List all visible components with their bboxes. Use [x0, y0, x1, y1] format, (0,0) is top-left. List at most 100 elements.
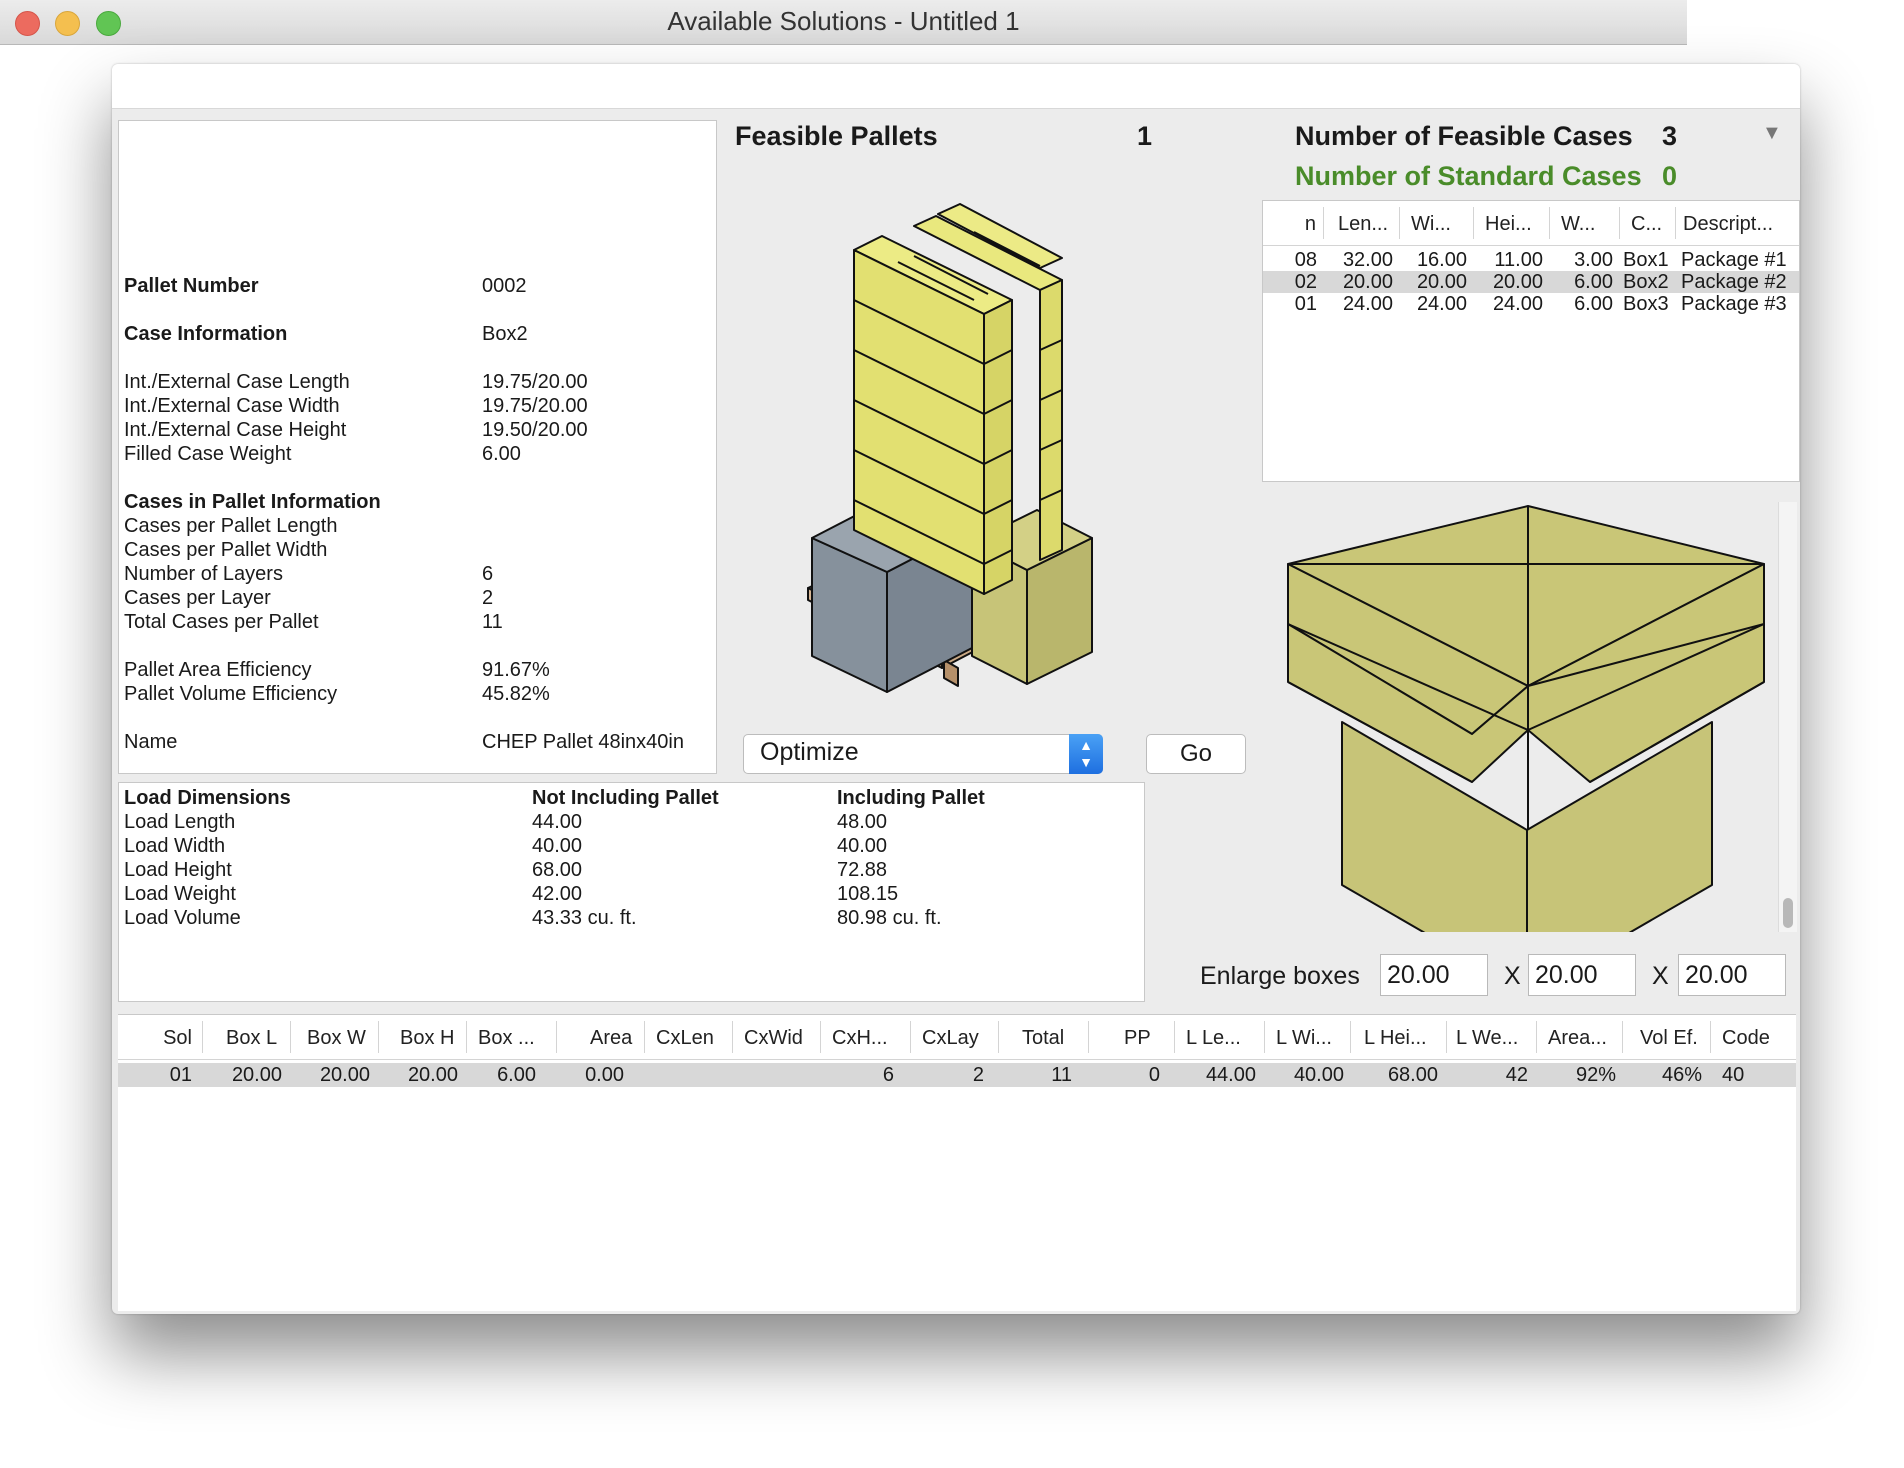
feasible-pallets-label: Feasible Pallets: [735, 121, 938, 151]
cases-col-weight[interactable]: W...: [1561, 213, 1595, 236]
cases-table[interactable]: n Len... Wi... Hei... W... C... Descript…: [1262, 200, 1800, 482]
pallet-number-value: 0002: [482, 275, 527, 297]
cell: 2: [972, 1064, 984, 1086]
feasible-cases-count: 3: [1662, 121, 1678, 151]
sol-col[interactable]: Area: [590, 1027, 632, 1050]
load-col-not-including: Not Including Pallet: [532, 787, 719, 809]
sol-col[interactable]: Vol Ef.: [1640, 1027, 1698, 1050]
pallet-name-label: Name: [124, 731, 178, 753]
info-row-label: Int./External Case Width: [124, 395, 340, 417]
enlarge-length-input[interactable]: 20.00: [1380, 954, 1488, 996]
enlarge-height-input[interactable]: 20.00: [1678, 954, 1786, 996]
cases-row-label: Cases per Pallet Length: [124, 515, 338, 537]
table-row[interactable]: 01 24.00 24.00 24.00 6.00 Box3 Package #…: [1263, 293, 1799, 315]
cell: 6.00: [1574, 271, 1613, 293]
case-view-scrollbar[interactable]: [1778, 502, 1797, 932]
chevron-updown-icon[interactable]: ▲ ▼: [1069, 734, 1103, 774]
cell: 3.00: [1574, 249, 1613, 271]
enlarge-width-input[interactable]: 20.00: [1528, 954, 1636, 996]
load-row-label: Load Height: [124, 859, 232, 881]
sol-col[interactable]: Total: [1022, 1027, 1064, 1050]
cell: 01: [1294, 293, 1317, 315]
cases-col-height[interactable]: Hei...: [1485, 213, 1532, 236]
cases-row-label: Cases per Pallet Width: [124, 539, 328, 561]
standard-cases-count: 0: [1662, 161, 1678, 191]
cell: 24.00: [1492, 293, 1543, 315]
cases-col-description[interactable]: Descript...: [1683, 213, 1773, 236]
solutions-table[interactable]: Sol Box L Box W Box H Box ... Area CxLen…: [118, 1014, 1796, 1311]
cell: Box2: [1623, 271, 1669, 293]
cell: 01: [169, 1064, 192, 1086]
go-button[interactable]: Go: [1146, 734, 1246, 774]
load-row-label: Load Length: [124, 811, 236, 833]
sol-col[interactable]: PP: [1124, 1027, 1151, 1050]
cases-col-width[interactable]: Wi...: [1411, 213, 1451, 236]
mode-select-value: Optimize: [760, 738, 859, 766]
efficiency-value: 91.67%: [482, 659, 550, 681]
mode-select[interactable]: Optimize ▲ ▼: [743, 734, 1103, 774]
sol-col[interactable]: Code: [1722, 1027, 1770, 1050]
cell: 24.00: [1416, 293, 1467, 315]
cases-row-value: 6: [482, 563, 494, 585]
cell: 40: [1722, 1064, 1745, 1086]
load-row-value: 72.88: [837, 859, 888, 881]
enlarge-boxes-label: Enlarge boxes: [1200, 962, 1360, 990]
sol-col[interactable]: L Wi...: [1276, 1027, 1332, 1050]
cell: 42: [1505, 1064, 1528, 1086]
cases-col-length[interactable]: Len...: [1338, 213, 1388, 236]
info-row-label: Int./External Case Length: [124, 371, 350, 393]
cell: 20.00: [1492, 271, 1543, 293]
load-row-value: 40.00: [532, 835, 583, 857]
sol-col[interactable]: Box ...: [478, 1027, 535, 1050]
sol-col[interactable]: CxWid: [744, 1027, 803, 1050]
load-row-value: 44.00: [532, 811, 583, 833]
cell: 20.00: [407, 1064, 458, 1086]
disclosure-triangle-icon[interactable]: ▼: [1762, 122, 1782, 145]
sol-col[interactable]: L Le...: [1186, 1027, 1241, 1050]
feasible-pallets-count: 1: [1137, 121, 1153, 151]
sol-col[interactable]: CxLen: [656, 1027, 714, 1050]
times-label: X: [1652, 962, 1669, 990]
cell: 02: [1294, 271, 1317, 293]
cases-col-n[interactable]: n: [1298, 213, 1316, 236]
sol-col[interactable]: Sol: [154, 1027, 192, 1050]
feasible-cases-label: Number of Feasible Cases: [1295, 121, 1633, 151]
cell: 46%: [1661, 1064, 1702, 1086]
cell: 68.00: [1387, 1064, 1438, 1086]
info-row-value: 6.00: [482, 443, 521, 465]
table-row-selected[interactable]: 01 20.00 20.00 20.00 6.00 0.00 6 2 11 0 …: [118, 1063, 1796, 1087]
info-row-label: Int./External Case Height: [124, 419, 347, 441]
sol-col[interactable]: Area...: [1548, 1027, 1607, 1050]
case-3d-view: [1287, 505, 1765, 932]
sol-col[interactable]: Box L: [226, 1027, 277, 1050]
cell: Box3: [1623, 293, 1669, 315]
sol-col[interactable]: CxH...: [832, 1027, 888, 1050]
cell: 08: [1294, 249, 1317, 271]
times-label: X: [1504, 962, 1521, 990]
cell: 92%: [1575, 1064, 1616, 1086]
table-row-selected[interactable]: 02 20.00 20.00 20.00 6.00 Box2 Package #…: [1263, 271, 1799, 293]
cell: Package #2: [1681, 271, 1787, 293]
cell: 6.00: [1574, 293, 1613, 315]
pallet-3d-view: [807, 203, 1093, 693]
sol-col[interactable]: L We...: [1456, 1027, 1518, 1050]
cell: 20.00: [1416, 271, 1467, 293]
load-row-value: 48.00: [837, 811, 888, 833]
title-bar: Available Solutions - Untitled 1: [0, 0, 1687, 45]
scrollbar-thumb[interactable]: [1783, 898, 1793, 928]
sol-col[interactable]: Box H: [400, 1027, 454, 1050]
sol-col[interactable]: CxLay: [922, 1027, 979, 1050]
cell: 16.00: [1416, 249, 1467, 271]
sol-col[interactable]: L Hei...: [1364, 1027, 1427, 1050]
table-row[interactable]: 08 32.00 16.00 11.00 3.00 Box1 Package #…: [1263, 249, 1799, 271]
load-row-label: Load Volume: [124, 907, 241, 929]
cases-row-label: Cases per Layer: [124, 587, 271, 609]
cell: 6.00: [497, 1064, 536, 1086]
cell: Package #1: [1681, 249, 1787, 271]
cell: 0.00: [585, 1064, 624, 1086]
cell: 40.00: [1293, 1064, 1344, 1086]
sol-col[interactable]: Box W: [307, 1027, 366, 1050]
load-dimensions-panel: Load Dimensions Not Including Pallet Inc…: [118, 782, 1145, 1002]
cases-col-code[interactable]: C...: [1631, 213, 1662, 236]
cell: 24.00: [1342, 293, 1393, 315]
